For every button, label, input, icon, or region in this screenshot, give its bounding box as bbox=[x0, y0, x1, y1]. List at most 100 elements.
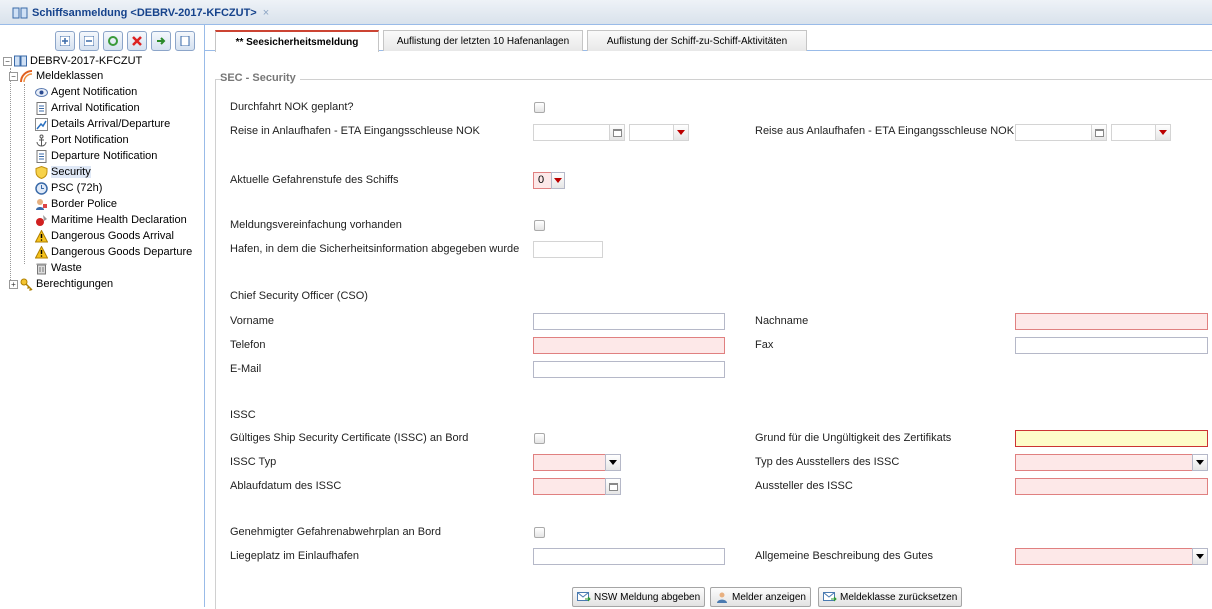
minus-icon bbox=[84, 36, 94, 46]
tree-item-dangerous-goods-arrival[interactable]: Dangerous Goods Arrival bbox=[34, 228, 174, 244]
approved-plan-checkbox[interactable] bbox=[534, 527, 545, 538]
document-icon bbox=[180, 36, 190, 46]
tree-group-label: Meldeklassen bbox=[36, 70, 104, 82]
chevron-down-icon[interactable] bbox=[551, 172, 565, 189]
issc-type-select[interactable] bbox=[533, 454, 621, 471]
threat-level-select[interactable]: 0 bbox=[533, 172, 565, 189]
book-icon bbox=[14, 55, 27, 68]
eta-out-time-select[interactable] bbox=[1111, 124, 1171, 141]
fieldset-border bbox=[215, 79, 216, 609]
show-reporter-button[interactable]: Melder anzeigen bbox=[710, 587, 811, 607]
window-tab[interactable]: Schiffsanmeldung <DEBRV-2017-KFCZUT> × bbox=[6, 3, 275, 23]
expand-all-button[interactable] bbox=[55, 31, 75, 51]
tree-item-agent-notification[interactable]: Agent Notification bbox=[35, 84, 137, 100]
calendar-icon[interactable] bbox=[609, 124, 625, 141]
expand-toggle[interactable]: + bbox=[9, 279, 18, 289]
window-title: Schiffsanmeldung <DEBRV-2017-KFCZUT> bbox=[32, 7, 257, 19]
tab-hafenanlagen[interactable]: Auflistung der letzten 10 Hafenanlagen bbox=[383, 30, 583, 51]
simplification-checkbox[interactable] bbox=[534, 220, 545, 231]
issc-section-title: ISSC bbox=[230, 409, 256, 421]
eta-in-label: Reise in Anlaufhafen - ETA Eingangsschle… bbox=[230, 125, 480, 137]
tree-item-departure-notification[interactable]: Departure Notification bbox=[35, 148, 157, 164]
chart-icon bbox=[35, 117, 48, 131]
issc-valid-checkbox[interactable] bbox=[534, 433, 545, 444]
tab-seesicherheitsmeldung[interactable]: ** Seesicherheitsmeldung bbox=[215, 30, 379, 52]
eta-out-date-field[interactable] bbox=[1015, 124, 1107, 141]
fieldset-legend: SEC - Security bbox=[220, 72, 300, 84]
tree-item-border-police[interactable]: Border Police bbox=[35, 196, 117, 212]
calendar-icon[interactable] bbox=[1091, 124, 1107, 141]
tree-item-maritime-health[interactable]: Maritime Health Declaration bbox=[35, 212, 187, 228]
radar-icon bbox=[20, 69, 33, 83]
eta-in-date-field[interactable] bbox=[533, 124, 625, 141]
warning-icon bbox=[34, 228, 49, 243]
health-icon bbox=[35, 214, 48, 227]
document-button[interactable] bbox=[175, 31, 195, 51]
eta-out-label: Reise aus Anlaufhafen - ETA Eingangsschl… bbox=[755, 125, 1015, 137]
goods-desc-select[interactable] bbox=[1015, 548, 1208, 565]
tree-root[interactable]: − DEBRV-2017-KFCZUT bbox=[3, 53, 142, 69]
cso-section-title: Chief Security Officer (CSO) bbox=[230, 290, 368, 302]
calendar-icon[interactable] bbox=[605, 478, 621, 495]
tree-group-berechtigungen[interactable]: + Berechtigungen bbox=[9, 276, 113, 292]
tree-item-security[interactable]: Security bbox=[35, 164, 91, 180]
port-info-field[interactable] bbox=[533, 241, 603, 258]
tab-schiff-zu-schiff[interactable]: Auflistung der Schiff-zu-Schiff-Aktivitä… bbox=[587, 30, 807, 51]
tree-line bbox=[10, 68, 11, 280]
envelope-arrow-icon bbox=[577, 591, 591, 603]
tree-group-label: Berechtigungen bbox=[36, 278, 114, 290]
anchor-icon bbox=[35, 134, 48, 147]
plus-icon bbox=[60, 36, 70, 46]
forward-button[interactable] bbox=[151, 31, 171, 51]
fax-field[interactable] bbox=[1015, 337, 1208, 354]
clock-icon bbox=[35, 181, 48, 195]
issuer-type-select[interactable] bbox=[1015, 454, 1208, 471]
tree-item-dangerous-goods-departure[interactable]: Dangerous Goods Departure bbox=[34, 244, 192, 260]
fax-label: Fax bbox=[755, 339, 774, 351]
berth-field[interactable] bbox=[533, 548, 725, 565]
last-name-field[interactable] bbox=[1015, 313, 1208, 330]
tree-item-port-notification[interactable]: Port Notification bbox=[35, 132, 129, 148]
chevron-down-icon[interactable] bbox=[673, 124, 689, 141]
tree-item-arrival-notification[interactable]: Arrival Notification bbox=[35, 100, 140, 116]
eye-icon bbox=[35, 86, 48, 99]
chevron-down-icon[interactable] bbox=[1192, 548, 1208, 565]
port-info-label: Hafen, in dem die Sicherheitsinformation… bbox=[230, 243, 520, 255]
goods-desc-label: Allgemeine Beschreibung des Gutes bbox=[755, 550, 933, 562]
delete-button[interactable] bbox=[127, 31, 147, 51]
tree-item-waste[interactable]: Waste bbox=[35, 260, 82, 276]
chevron-down-icon[interactable] bbox=[1155, 124, 1171, 141]
submit-nsw-button[interactable]: NSW Meldung abgeben bbox=[572, 587, 706, 607]
email-field[interactable] bbox=[533, 361, 725, 378]
invalid-reason-field[interactable] bbox=[1015, 430, 1208, 447]
user-icon bbox=[715, 592, 729, 603]
issuer-type-label: Typ des Ausstellers des ISSC bbox=[755, 456, 900, 468]
issc-type-label: ISSC Typ bbox=[230, 456, 277, 468]
tree-root-label: DEBRV-2017-KFCZUT bbox=[30, 55, 143, 67]
tree-group-meldeklassen[interactable]: − Meldeklassen bbox=[9, 68, 103, 84]
envelope-arrow-icon bbox=[823, 591, 837, 603]
eta-in-time-select[interactable] bbox=[629, 124, 689, 141]
chevron-down-icon[interactable] bbox=[1192, 454, 1208, 471]
chevron-down-icon[interactable] bbox=[605, 454, 621, 471]
issc-expiry-label: Ablaufdatum des ISSC bbox=[230, 480, 342, 492]
issc-expiry-field[interactable] bbox=[533, 478, 621, 495]
reset-message-class-button[interactable]: Meldeklasse zurücksetzen bbox=[818, 587, 963, 607]
tree-item-details-arrival-departure[interactable]: Details Arrival/Departure bbox=[35, 116, 170, 132]
arrow-right-icon bbox=[157, 37, 166, 45]
tree-item-psc[interactable]: PSC (72h) bbox=[35, 180, 102, 196]
collapse-toggle[interactable]: − bbox=[9, 71, 18, 81]
threat-level-value: 0 bbox=[538, 174, 545, 186]
phone-field[interactable] bbox=[533, 337, 725, 354]
threat-level-label: Aktuelle Gefahrenstufe des Schiffs bbox=[230, 174, 399, 186]
collapse-all-button[interactable] bbox=[79, 31, 99, 51]
issc-issuer-field[interactable] bbox=[1015, 478, 1208, 495]
close-icon[interactable]: × bbox=[263, 7, 269, 19]
refresh-button[interactable] bbox=[103, 31, 123, 51]
action-button-row: NSW Meldung abgeben Melder anzeigen Meld… bbox=[205, 587, 1212, 607]
first-name-field[interactable] bbox=[533, 313, 725, 330]
collapse-toggle[interactable]: − bbox=[3, 56, 12, 66]
last-name-label: Nachname bbox=[755, 315, 809, 327]
phone-label: Telefon bbox=[230, 339, 266, 351]
nok-planned-checkbox[interactable] bbox=[534, 102, 545, 113]
